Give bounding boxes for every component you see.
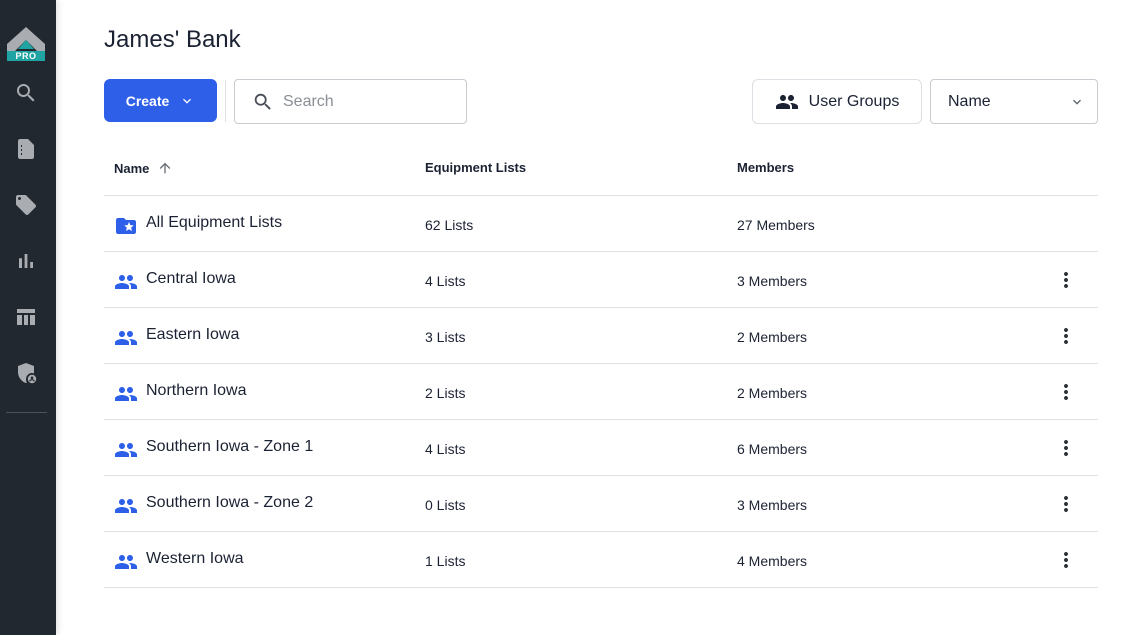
table-header: Name Equipment Lists Members — [104, 140, 1098, 196]
more-options-button[interactable] — [1054, 268, 1078, 292]
sidebar-item-tables[interactable] — [14, 305, 38, 329]
shield-user-icon — [18, 363, 37, 384]
row-equipment-lists: 4 Lists — [425, 273, 466, 289]
sidebar-item-reports[interactable] — [14, 249, 38, 273]
search-icon — [254, 93, 271, 110]
table-row[interactable]: All Equipment Lists 62 Lists 27 Members — [104, 196, 1098, 252]
row-name[interactable]: Eastern Iowa — [146, 326, 239, 344]
row-members: 3 Members — [737, 497, 808, 513]
sidebar-item-search[interactable] — [14, 81, 38, 105]
chevron-down-icon — [183, 98, 192, 104]
column-header-name-label: Name — [114, 160, 150, 176]
sidebar: PRO — [0, 0, 56, 635]
group-icon — [115, 275, 137, 289]
sidebar-item-documents[interactable] — [14, 137, 38, 161]
table-row[interactable]: Northern Iowa 2 Lists 2 Members — [104, 364, 1098, 420]
column-header-equipment-lists[interactable]: Equipment Lists — [425, 160, 526, 175]
group-icon — [115, 555, 137, 569]
row-equipment-lists: 4 Lists — [425, 441, 466, 457]
more-options-button[interactable] — [1054, 548, 1078, 572]
row-members: 2 Members — [737, 385, 808, 401]
app-logo[interactable]: PRO — [7, 27, 45, 61]
more-options-button[interactable] — [1054, 436, 1078, 460]
column-header-members[interactable]: Members — [737, 160, 794, 175]
row-name[interactable]: Western Iowa — [146, 550, 244, 568]
more-options-button[interactable] — [1054, 380, 1078, 404]
group-icon — [115, 331, 137, 345]
column-header-name[interactable]: Name — [114, 160, 173, 176]
table-row[interactable]: Central Iowa 4 Lists 3 Members — [104, 252, 1098, 308]
sort-select[interactable]: Name — [930, 79, 1098, 124]
sidebar-item-admin[interactable] — [14, 361, 38, 385]
group-icon — [115, 443, 137, 457]
table-row[interactable]: Eastern Iowa 3 Lists 2 Members — [104, 308, 1098, 364]
search-box[interactable] — [234, 79, 467, 124]
row-equipment-lists: 2 Lists — [425, 385, 466, 401]
logo-icon — [7, 27, 45, 51]
sort-select-value: Name — [948, 93, 991, 110]
group-icon — [114, 326, 138, 348]
row-equipment-lists: 3 Lists — [425, 329, 466, 345]
sort-ascending-icon — [160, 162, 171, 174]
table-row[interactable]: Southern Iowa - Zone 1 4 Lists 6 Members — [104, 420, 1098, 476]
group-icon — [114, 438, 138, 460]
more-vert-icon — [1064, 272, 1068, 288]
row-name[interactable]: All Equipment Lists — [146, 214, 282, 232]
sidebar-item-tags[interactable] — [14, 193, 38, 217]
user-groups-button[interactable]: User Groups — [752, 79, 922, 124]
search-icon — [17, 84, 35, 102]
row-equipment-lists: 1 Lists — [425, 553, 466, 569]
more-options-button[interactable] — [1054, 324, 1078, 348]
sidebar-divider — [6, 412, 47, 413]
group-icon — [114, 382, 138, 404]
more-vert-icon — [1064, 440, 1068, 456]
more-vert-icon — [1064, 552, 1068, 568]
row-members: 3 Members — [737, 273, 808, 289]
group-icon — [115, 387, 137, 401]
user-groups-label: User Groups — [808, 92, 900, 110]
tag-icon — [16, 195, 36, 215]
folder-star-icon — [116, 218, 136, 234]
more-vert-icon — [1064, 328, 1068, 344]
pro-badge: PRO — [7, 51, 45, 61]
more-options-button[interactable] — [1054, 492, 1078, 516]
create-button[interactable]: Create — [104, 79, 217, 122]
document-icon — [18, 139, 34, 159]
row-members: 27 Members — [737, 217, 815, 233]
group-icon — [114, 494, 138, 516]
folder-star-icon — [114, 214, 138, 236]
row-equipment-lists: 62 Lists — [425, 217, 474, 233]
group-icon — [115, 499, 137, 513]
row-members: 4 Members — [737, 553, 808, 569]
row-equipment-lists: 0 Lists — [425, 497, 466, 513]
toolbar-divider — [225, 80, 226, 122]
bar-chart-icon — [19, 254, 33, 268]
table-icon — [17, 309, 35, 325]
table-body: All Equipment Lists 62 Lists 27 Members … — [104, 196, 1098, 588]
group-icon — [114, 270, 138, 292]
search-input[interactable] — [283, 90, 458, 114]
group-icon — [775, 94, 798, 109]
chevron-down-icon — [1073, 99, 1081, 105]
row-members: 2 Members — [737, 329, 808, 345]
row-name[interactable]: Northern Iowa — [146, 382, 247, 400]
group-icon — [114, 550, 138, 572]
user-groups-table: Name Equipment Lists Members All Equipme… — [104, 140, 1098, 588]
more-vert-icon — [1064, 496, 1068, 512]
table-row[interactable]: Southern Iowa - Zone 2 0 Lists 3 Members — [104, 476, 1098, 532]
more-vert-icon — [1064, 384, 1068, 400]
row-members: 6 Members — [737, 441, 808, 457]
create-button-label: Create — [125, 92, 170, 109]
row-name[interactable]: Southern Iowa - Zone 2 — [146, 494, 313, 512]
row-name[interactable]: Central Iowa — [146, 270, 236, 288]
page-title: James' Bank — [104, 26, 241, 53]
table-row[interactable]: Western Iowa 1 Lists 4 Members — [104, 532, 1098, 588]
row-name[interactable]: Southern Iowa - Zone 1 — [146, 438, 313, 456]
